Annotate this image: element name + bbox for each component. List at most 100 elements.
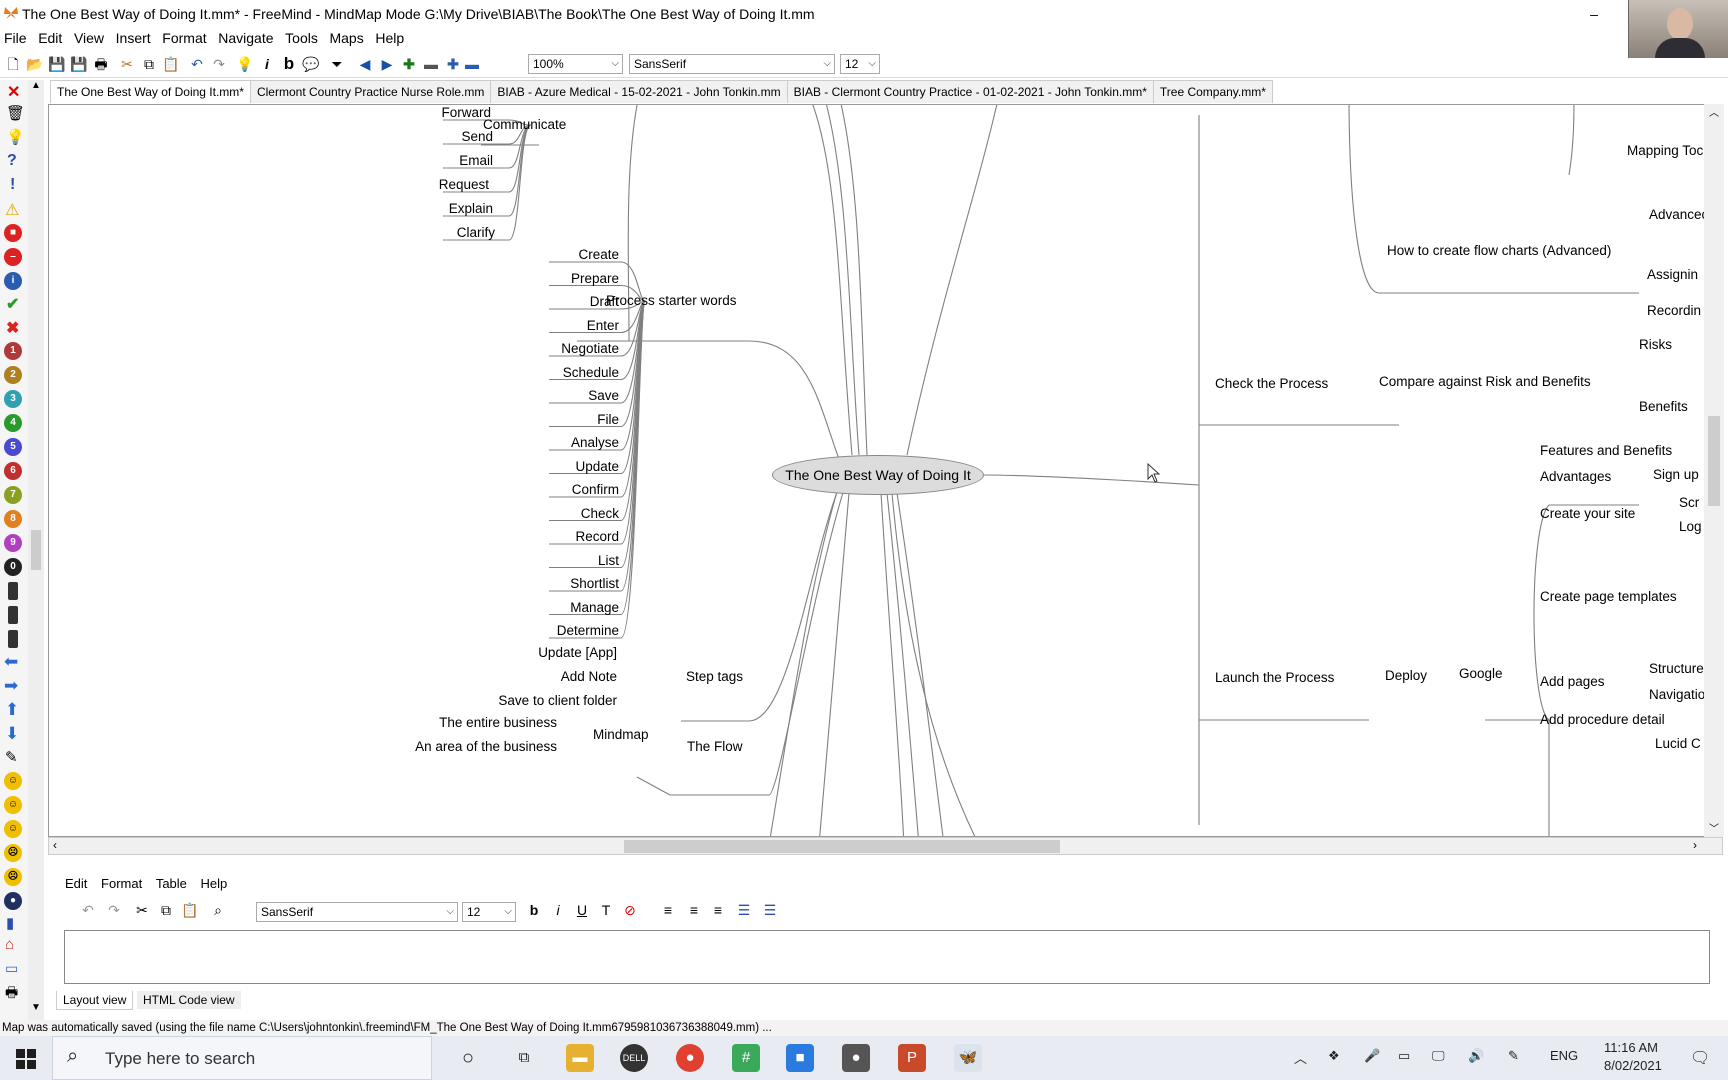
canvas-vertical-scrollbar[interactable]: ︿ ﹀ — [1704, 104, 1724, 837]
node-advanced[interactable]: Advancec — [1649, 207, 1708, 223]
priority-1-icon[interactable]: 1 — [4, 342, 22, 360]
show-hidden-icons-icon[interactable]: ︿ — [1294, 1048, 1307, 1067]
node-save[interactable]: Save — [497, 388, 619, 404]
notes-clear-format-icon[interactable]: ⊘ — [620, 900, 640, 920]
node-root[interactable]: The One Best Way of Doing It — [772, 455, 984, 495]
node-the-flow[interactable]: The Flow — [687, 739, 743, 755]
node-negotiate[interactable]: Negotiate — [497, 341, 619, 357]
scroll-left-icon[interactable]: ‹ — [53, 838, 57, 852]
node-page-templates[interactable]: Create page templates — [1540, 589, 1677, 605]
node-google[interactable]: Google — [1459, 666, 1503, 682]
exclamation-icon[interactable]: ! — [10, 176, 15, 194]
language-indicator[interactable]: ENG — [1550, 1048, 1578, 1063]
node-log[interactable]: Log — [1679, 519, 1702, 535]
priority-6-icon[interactable]: 6 — [4, 462, 22, 480]
menu-insert[interactable]: Insert — [112, 28, 155, 48]
paste-icon[interactable]: 📋 — [161, 54, 181, 74]
traffic-light-green-icon[interactable] — [8, 630, 18, 648]
node-sign-up[interactable]: Sign up — [1653, 467, 1699, 483]
node-area-of-business[interactable]: An area of the business — [389, 739, 557, 755]
menu-tools[interactable]: Tools — [281, 28, 322, 48]
remove-icon[interactable]: ✕ — [7, 82, 20, 102]
node-list[interactable]: List — [497, 553, 619, 569]
node-deploy[interactable]: Deploy — [1385, 668, 1427, 684]
taskbar-search[interactable]: ⌕ Type here to search — [52, 1036, 432, 1080]
notes-paste-icon[interactable]: 📋 — [180, 900, 200, 920]
network-icon[interactable]: 🖵 — [1432, 1048, 1445, 1064]
italic-icon[interactable]: i — [257, 54, 277, 74]
tab-one-best-way[interactable]: The One Best Way of Doing It.mm* — [50, 80, 251, 103]
app-icon[interactable]: ● — [842, 1044, 870, 1072]
node-mapping-tools[interactable]: Mapping Toc — [1627, 143, 1703, 159]
node-features-benefits[interactable]: Features and Benefits — [1540, 443, 1672, 459]
node-prepare[interactable]: Prepare — [497, 271, 619, 287]
checkmark-icon[interactable]: ✔ — [6, 294, 19, 314]
node-risks[interactable]: Risks — [1639, 337, 1672, 353]
align-left-icon[interactable]: ≡ — [658, 900, 678, 920]
node-create[interactable]: Create — [497, 247, 619, 263]
tab-layout-view[interactable]: Layout view — [56, 991, 134, 1010]
bold-icon[interactable]: b — [279, 54, 299, 74]
cut-icon[interactable]: ✂ — [117, 54, 137, 74]
arrow-up-icon[interactable]: ⬆ — [5, 700, 19, 720]
zoom-out-icon[interactable]: ▬ — [462, 54, 482, 74]
save-icon[interactable]: 💾 — [47, 54, 67, 74]
book-icon[interactable]: ▮ — [6, 914, 14, 932]
priority-9-icon[interactable]: 9 — [4, 534, 22, 552]
notes-menu-format[interactable]: Format — [96, 874, 147, 894]
pen-icon[interactable]: ✎ — [1508, 1048, 1519, 1064]
microphone-icon[interactable]: 🎤 — [1364, 1048, 1380, 1064]
powerpoint-icon[interactable]: P — [898, 1044, 926, 1072]
cortana-icon[interactable]: ○ — [454, 1044, 482, 1072]
vscroll-thumb[interactable] — [1708, 416, 1720, 506]
folder-icon[interactable]: ▭ — [5, 960, 18, 977]
copy-icon[interactable]: ⧉ — [139, 54, 159, 74]
node-save-to-client-folder[interactable]: Save to client folder — [429, 693, 617, 709]
dropbox-icon[interactable]: ❖ — [1328, 1048, 1340, 1064]
node-update[interactable]: Update — [497, 459, 619, 475]
priority-4-icon[interactable]: 4 — [4, 414, 22, 432]
tab-azure-medical[interactable]: BIAB - Azure Medical - 15-02-2021 - John… — [490, 80, 788, 103]
arrow-down-icon[interactable]: ⬇ — [5, 724, 19, 744]
canvas-horizontal-scrollbar[interactable]: ‹ › — [48, 837, 1723, 855]
priority-3-icon[interactable]: 3 — [4, 390, 22, 408]
node-communicate[interactable]: Communicate — [483, 117, 566, 133]
notes-find-icon[interactable]: ⌕ — [208, 900, 228, 920]
node-lucid[interactable]: Lucid C — [1655, 736, 1701, 752]
tab-html-code-view[interactable]: HTML Code view — [137, 991, 241, 1009]
notes-menu-table[interactable]: Table — [151, 874, 192, 894]
notes-text-color-icon[interactable]: T — [596, 900, 616, 920]
node-assigning[interactable]: Assignin — [1647, 267, 1698, 283]
tab-tree-company[interactable]: Tree Company.mm* — [1152, 80, 1273, 103]
node-email[interactable]: Email — [391, 153, 493, 169]
smiley-sad-icon[interactable]: ☹ — [4, 844, 22, 862]
info-icon[interactable]: i — [4, 272, 22, 290]
size-select[interactable]: 12 ⌵ — [840, 54, 880, 74]
node-recording[interactable]: Recordin — [1647, 303, 1701, 319]
open-icon[interactable]: 📂 — [25, 54, 45, 74]
node-create-site[interactable]: Create your site — [1540, 506, 1635, 522]
clock-time[interactable]: 11:16 AM — [1604, 1040, 1658, 1055]
node-scr[interactable]: Scr — [1679, 495, 1699, 511]
hscroll-thumb[interactable] — [624, 840, 1060, 853]
scroll-up-icon[interactable]: ︿ — [1709, 104, 1719, 119]
scroll-down-icon[interactable]: ▼ — [31, 1002, 41, 1013]
node-analyse[interactable]: Analyse — [497, 435, 619, 451]
scroll-right-icon[interactable]: › — [1693, 838, 1697, 852]
traffic-light-yellow-icon[interactable] — [8, 606, 18, 624]
node-shortlist[interactable]: Shortlist — [497, 576, 619, 592]
volume-icon[interactable]: 🔊 — [1468, 1048, 1484, 1064]
zoom-in-icon[interactable]: ✚ — [443, 54, 463, 74]
align-center-icon[interactable]: ≡ — [684, 900, 704, 920]
minimize-button[interactable]: – — [1572, 2, 1616, 26]
menu-maps[interactable]: Maps — [325, 28, 367, 48]
bomb-icon[interactable]: ● — [4, 892, 22, 910]
notifications-icon[interactable]: 🗨 — [1690, 1048, 1710, 1068]
priority-8-icon[interactable]: 8 — [4, 510, 22, 528]
tab-clermont-nurse[interactable]: Clermont Country Practice Nurse Role.mm — [249, 80, 492, 103]
node-check[interactable]: Check — [497, 506, 619, 522]
node-explain[interactable]: Explain — [391, 201, 493, 217]
node-manage[interactable]: Manage — [497, 600, 619, 616]
node-clarify[interactable]: Clarify — [391, 225, 495, 241]
chrome-icon[interactable]: ● — [676, 1044, 704, 1072]
